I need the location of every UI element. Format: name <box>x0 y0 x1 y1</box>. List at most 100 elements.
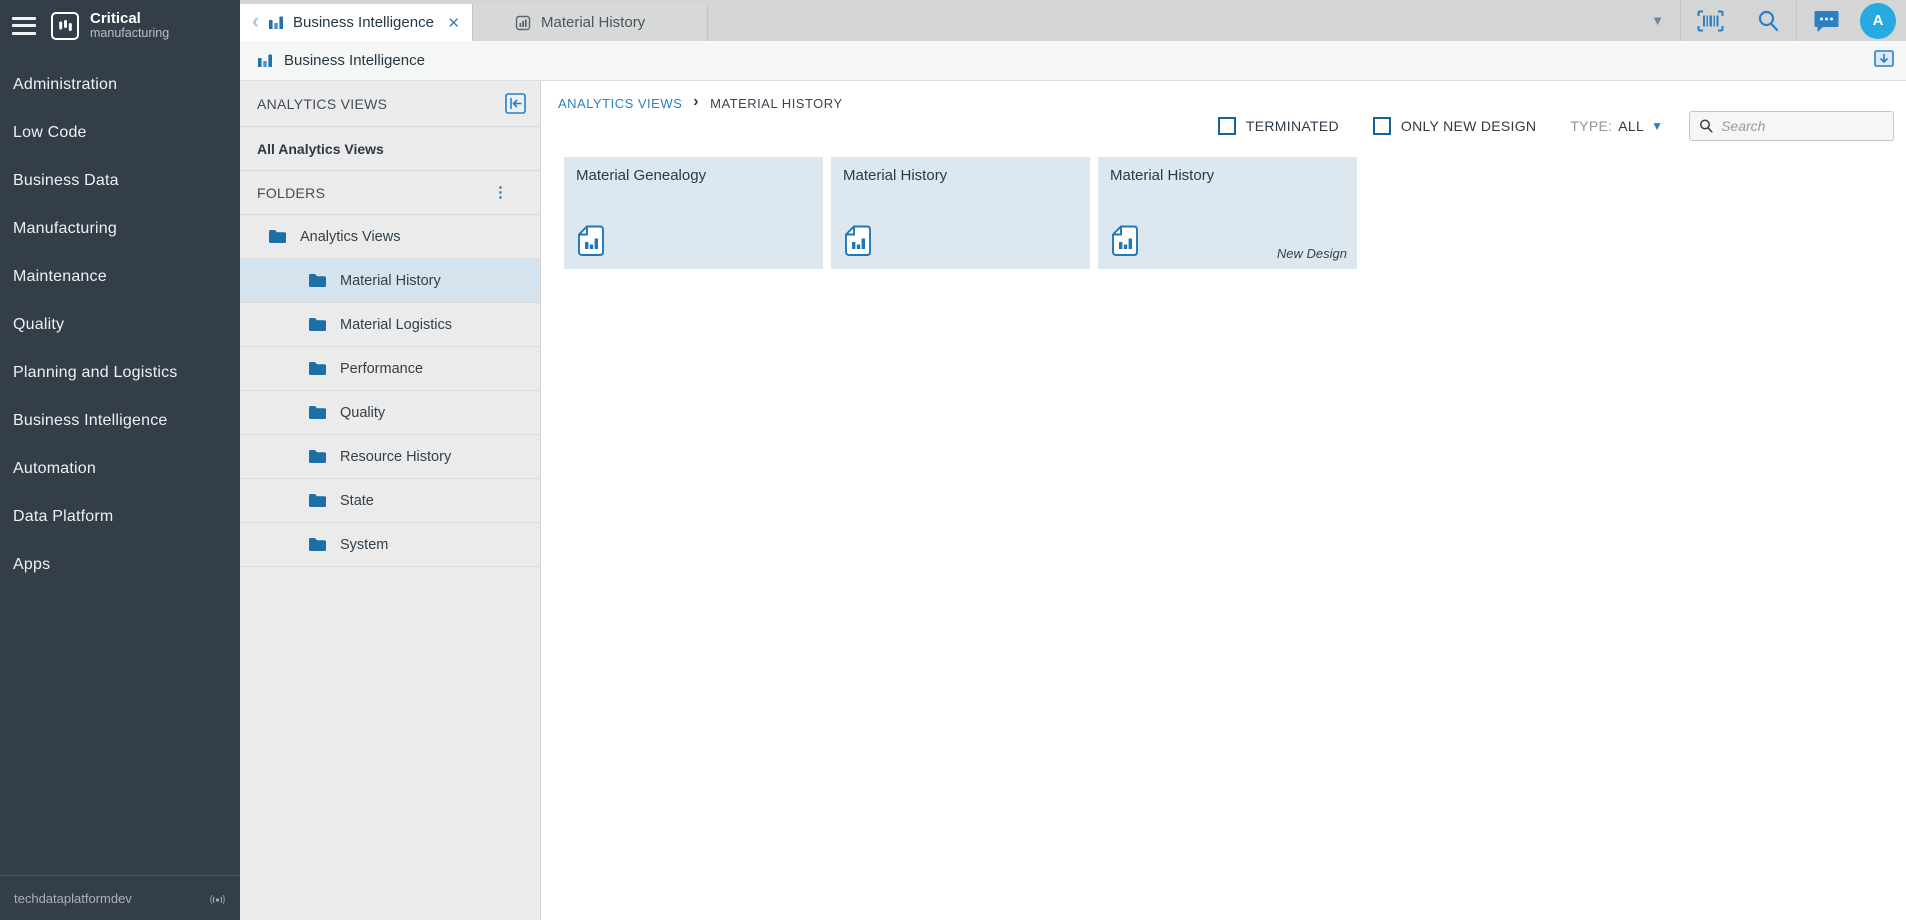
card-title: Material History <box>1110 167 1215 184</box>
type-dropdown[interactable]: TYPE: ALL ▼ <box>1570 118 1663 134</box>
tab-back-icon[interactable]: ‹ <box>252 11 259 32</box>
folders-title: FOLDERS <box>257 184 326 201</box>
main-content: ANALYTICS VIEWS › MATERIAL HISTORY TERMI… <box>542 81 1906 920</box>
filter-bar: TERMINATED ONLY NEW DESIGN TYPE: ALL ▼ <box>1217 111 1894 141</box>
folder-label: System <box>340 536 389 553</box>
sidebar-item-quality[interactable]: Quality <box>0 301 240 349</box>
folder-icon <box>309 406 326 419</box>
logo-wordmark: Critical manufacturing <box>90 10 170 41</box>
critical-manufacturing-logo-icon <box>51 11 79 40</box>
report-document-icon <box>578 225 604 256</box>
view-title-bar: Business Intelligence <box>240 41 1906 81</box>
folder-item-state[interactable]: State <box>240 479 540 523</box>
card-badge-new-design: New Design <box>1276 246 1347 261</box>
breadcrumb-analytics-views-link[interactable]: ANALYTICS VIEWS <box>558 96 682 111</box>
messages-button[interactable] <box>1797 9 1856 33</box>
folder-item-quality[interactable]: Quality <box>240 391 540 435</box>
view-title: Business Intelligence <box>284 52 425 69</box>
folder-root-analytics-views[interactable]: Analytics Views <box>240 215 540 259</box>
all-analytics-views-label: All Analytics Views <box>257 140 384 157</box>
main-sidebar: Critical manufacturing Administration Lo… <box>0 0 240 920</box>
folders-tree: Analytics Views Material History Materia… <box>240 215 540 567</box>
card-material-history[interactable]: Material History <box>831 157 1090 269</box>
logo-subtitle: manufacturing <box>90 26 170 41</box>
type-selected-value: ALL <box>1618 118 1645 134</box>
tab-label: Business Intelligence <box>293 14 434 31</box>
sidebar-item-planning-and-logistics[interactable]: Planning and Logistics <box>0 349 240 397</box>
folders-menu-icon[interactable]: ⋮ <box>493 185 508 200</box>
folder-label: Quality <box>340 404 386 421</box>
folder-item-performance[interactable]: Performance <box>240 347 540 391</box>
sidebar-header: Critical manufacturing <box>0 0 240 41</box>
card-title: Material Genealogy <box>576 167 707 184</box>
sidebar-item-administration[interactable]: Administration <box>0 61 240 109</box>
only-new-design-checkbox[interactable] <box>1372 117 1391 135</box>
tab-list-dropdown-icon[interactable]: ▼ <box>1635 13 1680 28</box>
folder-icon <box>309 318 326 331</box>
terminated-filter[interactable]: TERMINATED <box>1217 117 1339 135</box>
folder-label: State <box>340 492 374 509</box>
dock-view-button[interactable] <box>1874 49 1894 72</box>
sidebar-item-maintenance[interactable]: Maintenance <box>0 253 240 301</box>
panel-header: ANALYTICS VIEWS <box>240 81 540 127</box>
hamburger-menu-icon[interactable] <box>12 16 36 35</box>
folder-label: Material History <box>340 272 441 289</box>
card-title: Material History <box>843 167 948 184</box>
user-avatar[interactable]: A <box>1860 2 1896 39</box>
top-right-toolbar: ▼ A <box>1635 0 1906 41</box>
connection-status-icon <box>210 894 225 904</box>
folder-icon <box>309 538 326 551</box>
folder-item-system[interactable]: System <box>240 523 540 567</box>
terminated-checkbox[interactable] <box>1217 117 1236 135</box>
search-input-icon <box>1700 119 1713 133</box>
only-new-design-filter[interactable]: ONLY NEW DESIGN <box>1372 117 1537 135</box>
barcode-scan-button[interactable] <box>1681 10 1740 32</box>
tab-label: Material History <box>541 14 646 31</box>
folder-label: Resource History <box>340 448 452 465</box>
tab-close-icon[interactable]: ✕ <box>447 14 460 32</box>
search-button[interactable] <box>1740 9 1796 33</box>
report-document-icon <box>1112 225 1138 256</box>
folder-icon <box>309 450 326 463</box>
collapse-left-icon <box>505 93 526 114</box>
folder-icon <box>309 362 326 375</box>
analytics-views-panel: ANALYTICS VIEWS All Analytics Views FOLD… <box>240 81 541 920</box>
sidebar-item-automation[interactable]: Automation <box>0 445 240 493</box>
sidebar-item-data-platform[interactable]: Data Platform <box>0 493 240 541</box>
sidebar-item-apps[interactable]: Apps <box>0 541 240 589</box>
tab-business-intelligence[interactable]: ‹ Business Intelligence ✕ <box>240 4 472 41</box>
folder-icon <box>269 230 286 243</box>
search-input[interactable] <box>1721 118 1884 134</box>
card-material-history-new-design[interactable]: Material History New Design <box>1098 157 1357 269</box>
only-new-design-label: ONLY NEW DESIGN <box>1400 118 1537 134</box>
environment-name: techdataplatformdev <box>14 890 132 906</box>
report-icon <box>515 15 531 30</box>
folder-item-material-logistics[interactable]: Material Logistics <box>240 303 540 347</box>
type-caret-down-icon: ▼ <box>1651 119 1663 133</box>
all-analytics-views-item[interactable]: All Analytics Views <box>240 127 540 171</box>
folder-icon <box>309 274 326 287</box>
terminated-label: TERMINATED <box>1245 118 1339 134</box>
breadcrumb-chevron-icon: › <box>693 93 700 110</box>
folder-label: Performance <box>340 360 424 377</box>
dock-down-icon <box>1874 49 1894 67</box>
card-material-genealogy[interactable]: Material Genealogy <box>564 157 823 269</box>
folder-label: Analytics Views <box>300 228 401 245</box>
folder-item-resource-history[interactable]: Resource History <box>240 435 540 479</box>
bar-chart-icon <box>269 16 283 29</box>
sidebar-item-low-code[interactable]: Low Code <box>0 109 240 157</box>
tab-strip: ‹ Business Intelligence ✕ Material Histo… <box>240 0 1906 41</box>
panel-title: ANALYTICS VIEWS <box>257 95 388 112</box>
chat-icon <box>1814 10 1839 32</box>
barcode-icon <box>1697 10 1724 31</box>
sidebar-item-business-data[interactable]: Business Data <box>0 157 240 205</box>
tab-material-history[interactable]: Material History <box>472 4 708 41</box>
collapse-panel-button[interactable] <box>505 93 526 114</box>
sidebar-item-business-intelligence[interactable]: Business Intelligence <box>0 397 240 445</box>
sidebar-nav: Administration Low Code Business Data Ma… <box>0 61 240 589</box>
folder-item-material-history[interactable]: Material History <box>240 259 540 303</box>
sidebar-item-manufacturing[interactable]: Manufacturing <box>0 205 240 253</box>
breadcrumb: ANALYTICS VIEWS › MATERIAL HISTORY <box>558 93 843 111</box>
environment-bar: techdataplatformdev <box>0 875 240 920</box>
bar-chart-icon <box>258 54 272 67</box>
